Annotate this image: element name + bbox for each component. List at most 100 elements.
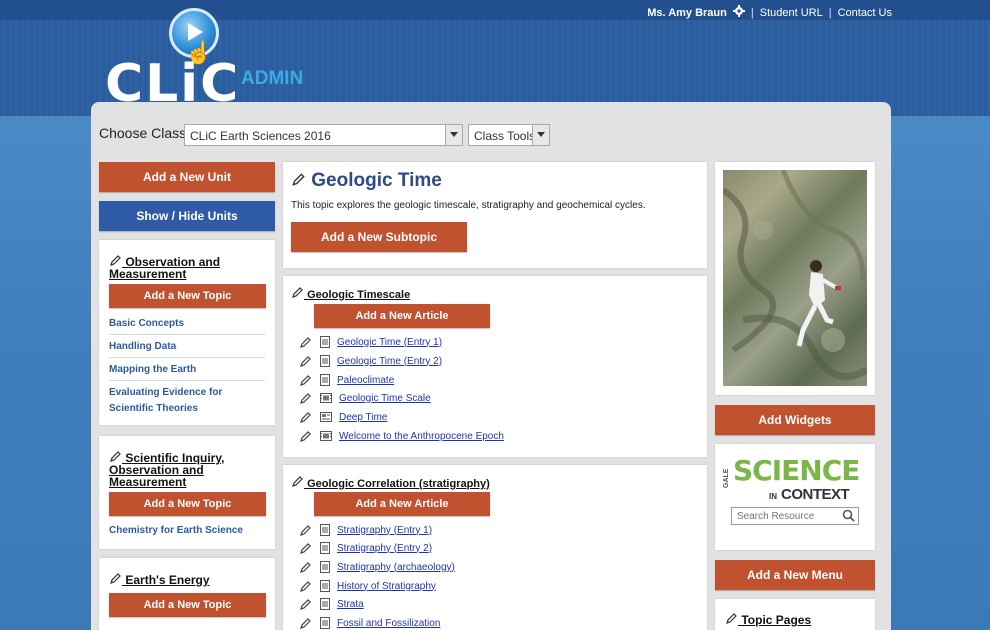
article-link[interactable]: Geologic Time (Entry 2) [337, 356, 442, 367]
topic-title[interactable]: Geologic Time [291, 170, 442, 192]
article-link[interactable]: Stratigraphy (archaeology) [337, 562, 455, 573]
class-tools-select[interactable]: Class Tools [468, 124, 550, 146]
article-row: Stratigraphy (archaeology) [299, 559, 455, 575]
document-icon [320, 355, 330, 367]
pencil-icon[interactable] [299, 617, 312, 630]
search-icon[interactable] [842, 509, 855, 522]
topic-photo[interactable] [721, 169, 869, 386]
divider [109, 357, 265, 358]
context-label: CONTEXT [781, 486, 850, 503]
add-menu-button[interactable]: Add a New Menu [715, 560, 875, 590]
topic-link[interactable]: Mapping the Earth [109, 362, 196, 378]
article-row: Geologic Time Scale [299, 390, 431, 406]
article-link[interactable]: History of Stratigraphy [337, 581, 436, 592]
article-row: Strata [299, 596, 364, 612]
pencil-icon[interactable] [299, 374, 312, 387]
document-icon [320, 524, 330, 536]
pencil-icon[interactable] [291, 172, 306, 187]
article-row: Welcome to the Anthropocene Epoch [299, 428, 504, 444]
document-icon [320, 561, 330, 573]
chevron-down-icon [445, 125, 462, 145]
unit-title[interactable]: Earth's Energy [109, 572, 259, 586]
unit-card: Observation and Measurement Add a New To… [99, 240, 275, 425]
add-article-button[interactable]: Add a New Article [314, 304, 490, 328]
divider [109, 380, 265, 381]
topic-link[interactable]: Evaluating Evidence for Scientific Theor… [109, 385, 269, 417]
document-icon [320, 580, 330, 592]
article-link[interactable]: Geologic Time Scale [339, 393, 431, 404]
topic-pages-text: Topic Pages [741, 613, 812, 627]
pencil-icon[interactable] [299, 411, 312, 424]
unit-card: Scientific Inquiry, Observation and Meas… [99, 436, 275, 549]
user-name[interactable]: Ms. Amy Braun [647, 7, 727, 19]
pencil-icon[interactable] [299, 561, 312, 574]
contact-us-link[interactable]: Contact Us [838, 7, 892, 19]
divider [109, 334, 265, 335]
article-link[interactable]: Fossil and Fossilization [337, 618, 440, 629]
pencil-icon[interactable] [299, 392, 312, 405]
unit-title[interactable]: Scientific Inquiry, Observation and Meas… [109, 450, 259, 488]
pencil-icon[interactable] [725, 612, 738, 625]
pencil-icon[interactable] [299, 430, 312, 443]
pencil-icon[interactable] [109, 450, 122, 463]
subtopic-card: Geologic Timescale Add a New Article Geo… [283, 276, 707, 457]
image-icon [320, 412, 332, 422]
article-link[interactable]: Strata [337, 599, 364, 610]
unit-title[interactable]: Observation and Measurement [109, 254, 259, 280]
article-row: Paleoclimate [299, 372, 394, 388]
add-widgets-button[interactable]: Add Widgets [715, 405, 875, 435]
nav-separator: | [750, 7, 754, 19]
class-select[interactable]: CLiC Earth Sciences 2016 [184, 124, 463, 146]
choose-class-label: Choose Class [99, 125, 187, 141]
article-link[interactable]: Deep Time [339, 412, 387, 423]
show-hide-units-button[interactable]: Show / Hide Units [99, 201, 275, 231]
add-article-button[interactable]: Add a New Article [314, 492, 490, 516]
science-in-context-widget: GALE SCIENCE IN CONTEXT [715, 444, 875, 550]
pencil-icon[interactable] [299, 598, 312, 611]
clic-logo[interactable]: ☝ CLiC ADMIN [105, 8, 315, 114]
search-resource-input[interactable] [731, 507, 859, 525]
subtopic-card: Geologic Correlation (stratigraphy) Add … [283, 465, 707, 630]
student-url-link[interactable]: Student URL [760, 7, 823, 19]
add-unit-button[interactable]: Add a New Unit [99, 162, 275, 192]
pencil-icon[interactable] [299, 524, 312, 537]
unit-title-text: Observation and Measurement [109, 255, 221, 281]
article-row: History of Stratigraphy [299, 578, 436, 594]
pencil-icon[interactable] [299, 580, 312, 593]
pencil-icon[interactable] [109, 254, 122, 267]
subtopic-title[interactable]: Geologic Correlation (stratigraphy) [291, 475, 490, 490]
topic-link[interactable]: Basic Concepts [109, 316, 184, 332]
document-icon [320, 542, 330, 554]
article-row: Stratigraphy (Entry 2) [299, 540, 432, 556]
article-link[interactable]: Stratigraphy (Entry 2) [337, 543, 432, 554]
add-subtopic-button[interactable]: Add a New Subtopic [291, 222, 467, 252]
add-topic-button[interactable]: Add a New Topic [109, 593, 266, 617]
video-icon [320, 431, 332, 441]
topic-pages-title[interactable]: Topic Pages [725, 612, 811, 626]
pencil-icon[interactable] [299, 542, 312, 555]
topic-link[interactable]: Handling Data [109, 339, 176, 355]
gear-icon[interactable] [732, 5, 745, 17]
pencil-icon[interactable] [109, 572, 122, 585]
article-link[interactable]: Stratigraphy (Entry 1) [337, 525, 432, 536]
article-link[interactable]: Geologic Time (Entry 1) [337, 337, 442, 348]
class-select-value: CLiC Earth Sciences 2016 [190, 129, 331, 143]
add-topic-button[interactable]: Add a New Topic [109, 492, 266, 516]
subtopic-title[interactable]: Geologic Timescale [291, 286, 410, 301]
article-link[interactable]: Welcome to the Anthropocene Epoch [339, 431, 504, 442]
unit-title-text: Scientific Inquiry, Observation and Meas… [109, 451, 225, 489]
logo-admin-label: ADMIN [241, 68, 304, 89]
pencil-icon[interactable] [299, 355, 312, 368]
nav-separator: | [828, 7, 832, 19]
pencil-icon[interactable] [299, 336, 312, 349]
pencil-icon[interactable] [291, 286, 304, 299]
pencil-icon[interactable] [291, 475, 304, 488]
add-topic-button[interactable]: Add a New Topic [109, 284, 266, 308]
unit-card: Earth's Energy Add a New Topic [99, 558, 275, 630]
topic-link[interactable]: Chemistry for Earth Science [109, 523, 243, 539]
document-icon [320, 617, 330, 629]
top-nav: Ms. Amy Braun | Student URL | Contact Us [647, 5, 892, 19]
article-link[interactable]: Paleoclimate [337, 375, 394, 386]
article-row: Fossil and Fossilization [299, 615, 440, 630]
science-label: SCIENCE [733, 454, 860, 487]
